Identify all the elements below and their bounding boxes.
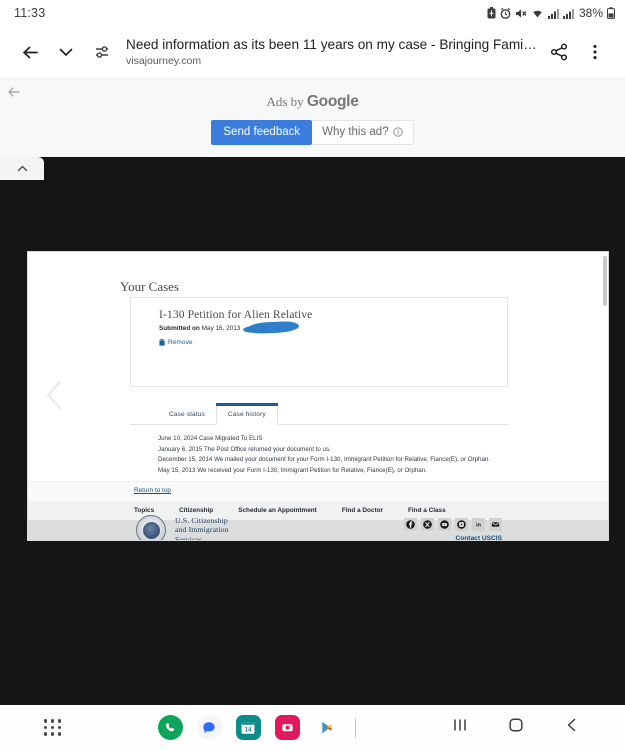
case-card: I-130 Petition for Alien Relative Submit…	[130, 297, 508, 387]
play-store-icon[interactable]	[313, 715, 339, 740]
mute-icon	[515, 8, 527, 18]
footer-nav-topics[interactable]: Topics	[134, 507, 154, 514]
agency-name: U.S. Citizenship and Immigration Service…	[175, 516, 229, 540]
battery-percent: 38%	[578, 6, 603, 20]
status-icons: 38%	[487, 6, 615, 20]
forum-page-background: Najeeba Zafar Members W I had spent 11 y…	[0, 157, 625, 705]
send-feedback-button[interactable]: Send feedback	[211, 120, 313, 145]
alarm-icon	[500, 7, 511, 19]
history-entry: May 15, 2013 We received your Form I-130…	[158, 466, 427, 474]
recents-icon[interactable]	[451, 716, 469, 739]
battery-icon	[607, 7, 615, 19]
history-entry: January 6, 2015 The Post Office returned…	[158, 445, 331, 453]
address-bar[interactable]: Need information as its been 11 years on…	[120, 36, 541, 68]
submitted-label: Submitted on	[159, 325, 200, 332]
android-taskbar: 14	[0, 705, 625, 750]
camera-icon[interactable]	[274, 715, 300, 740]
home-icon[interactable]	[507, 716, 525, 739]
footer-nav: Topics Citizenship Schedule an Appointme…	[28, 501, 608, 520]
chevron-left-icon	[46, 380, 62, 410]
linkedin-icon[interactable]: in	[472, 518, 485, 531]
carousel-prev-button[interactable]	[42, 378, 68, 417]
return-to-top-link[interactable]: Return to top	[134, 487, 171, 494]
app-grid-icon[interactable]	[44, 719, 62, 736]
info-icon	[392, 127, 403, 137]
agency-line-3: Services	[175, 534, 203, 540]
uscis-seal-icon	[136, 515, 166, 540]
case-tabs: Case status Case history	[130, 403, 508, 425]
taskbar-dock: 14	[157, 715, 356, 740]
receipt-number-redaction	[246, 320, 300, 335]
email-icon[interactable]	[489, 518, 502, 531]
case-history-list: June 10, 2024 Case Migrated To ELIS Janu…	[158, 434, 508, 476]
status-bar: 11:33 38%	[0, 0, 625, 26]
battery-saver-icon	[487, 7, 496, 19]
ads-by-google-label: Ads by Google	[0, 79, 625, 111]
instagram-icon[interactable]	[455, 518, 468, 531]
page-title: Need information as its been 11 years on…	[126, 37, 537, 52]
wifi-icon	[533, 10, 542, 17]
phone-icon[interactable]	[157, 715, 183, 740]
why-this-ad-label: Why this ad?	[322, 126, 389, 138]
page-url: visajourney.com	[126, 55, 202, 67]
facebook-icon[interactable]	[404, 518, 417, 531]
tune-icon[interactable]	[84, 34, 120, 70]
x-twitter-icon[interactable]	[421, 518, 434, 531]
footer-nav-schedule-appointment[interactable]: Schedule an Appointment	[238, 507, 317, 514]
embedded-uscis-page: Your Cases I-130 Petition for Alien Rela…	[28, 252, 608, 540]
ads-back-button[interactable]	[6, 84, 22, 105]
remove-label: Remove	[168, 339, 193, 346]
agency-line-2: and Immigration	[175, 525, 229, 535]
submitted-date: May 16, 2013	[201, 325, 241, 332]
signal-icon	[547, 8, 559, 19]
ads-buttons: Send feedback Why this ad?	[0, 120, 625, 145]
history-entry: December 15, 2014 We mailed your documen…	[158, 456, 491, 464]
return-to-top-bar: Return to top	[28, 481, 608, 501]
remove-case-button[interactable]: Remove	[159, 339, 507, 346]
browser-toolbar: Need information as its been 11 years on…	[0, 26, 625, 78]
signal-icon	[562, 8, 574, 19]
agency-line-1: U.S. Citizenship	[175, 515, 228, 525]
ads-by-prefix: Ads by	[266, 94, 304, 109]
dock-divider	[354, 717, 356, 738]
expand-chevron-button[interactable]	[48, 34, 84, 70]
collapse-ads-button[interactable]	[0, 157, 44, 180]
google-wordmark: Google	[306, 93, 359, 110]
status-time: 11:33	[14, 6, 46, 20]
share-button[interactable]	[541, 34, 577, 70]
back-icon[interactable]	[563, 716, 581, 739]
trash-icon	[159, 339, 165, 346]
android-nav-buttons	[451, 716, 581, 739]
footer-nav-find-a-class[interactable]: Find a Class	[408, 507, 446, 514]
tab-case-history[interactable]: Case history	[215, 403, 278, 425]
history-entry: June 10, 2024 Case Migrated To ELIS	[158, 435, 263, 442]
tab-case-status[interactable]: Case status	[158, 405, 216, 424]
case-title: I-130 Petition for Alien Relative	[159, 308, 313, 321]
footer-nav-citizenship[interactable]: Citizenship	[179, 507, 213, 514]
ads-panel: Ads by Google Send feedback Why this ad?	[0, 78, 625, 157]
footer-nav-find-a-doctor[interactable]: Find a Doctor	[342, 507, 383, 514]
youtube-icon[interactable]	[438, 518, 451, 531]
browser-back-button[interactable]	[12, 34, 48, 70]
calendar-day-number: 14	[245, 726, 252, 733]
case-meta: Submitted on May 16, 2013 | Receipt #	[159, 320, 507, 335]
chevron-up-icon	[17, 165, 27, 172]
browser-menu-button[interactable]	[577, 34, 613, 70]
calendar-icon[interactable]: 14	[235, 715, 261, 740]
svg-text:in: in	[476, 523, 481, 529]
your-cases-heading: Your Cases	[120, 279, 179, 294]
agency-footer: U.S. Citizenship and Immigration Service…	[28, 515, 608, 540]
social-links: in Contact USCIS	[404, 518, 502, 540]
messages-icon[interactable]	[196, 715, 222, 740]
why-this-ad-button[interactable]: Why this ad?	[312, 120, 414, 145]
contact-uscis-link[interactable]: Contact USCIS	[455, 535, 502, 540]
